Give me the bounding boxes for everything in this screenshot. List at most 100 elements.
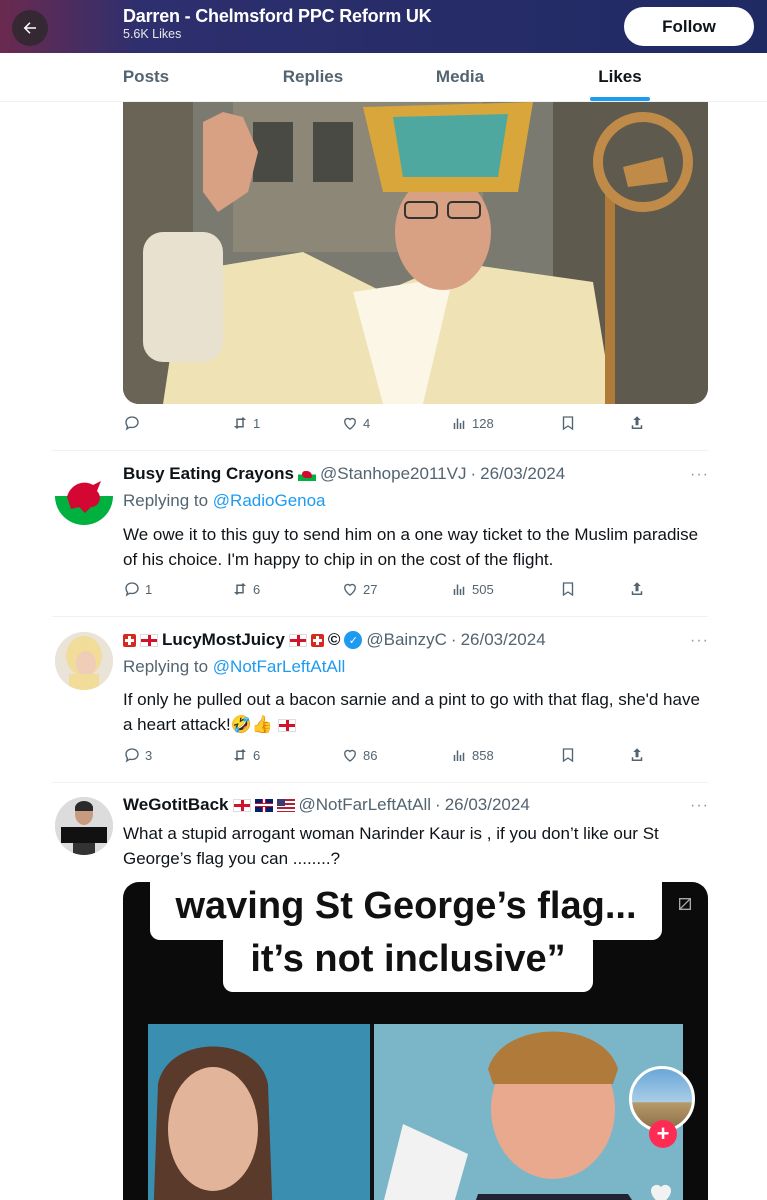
tweet-text-body: If only he pulled out a bacon sarnie and… bbox=[123, 690, 700, 734]
reply-button[interactable] bbox=[123, 414, 145, 432]
views-icon bbox=[453, 584, 465, 595]
heart-icon[interactable] bbox=[643, 1178, 679, 1200]
mention-link[interactable]: @NotFarLeftAtAll bbox=[213, 657, 346, 676]
bookmark-icon bbox=[562, 416, 574, 431]
replying-to-label: Replying to bbox=[123, 491, 209, 510]
repost-button[interactable]: 6 bbox=[231, 580, 260, 598]
like-button[interactable]: 4 bbox=[341, 414, 370, 432]
heart-icon bbox=[344, 417, 356, 430]
active-tab-indicator bbox=[590, 97, 650, 101]
repost-icon bbox=[234, 583, 246, 595]
replying-to: Replying to @RadioGenoa bbox=[123, 491, 326, 511]
switzerland-flag-icon bbox=[310, 633, 324, 647]
reply-count: 1 bbox=[145, 581, 153, 597]
tweet-text: We owe it to this guy to send him on a o… bbox=[123, 525, 699, 569]
repost-icon bbox=[234, 749, 246, 761]
repost-button[interactable]: 1 bbox=[231, 414, 260, 432]
bookmark-button[interactable] bbox=[559, 580, 577, 598]
share-icon bbox=[631, 748, 643, 761]
welsh-dragon-avatar bbox=[55, 467, 113, 525]
likes-count: 5.6K Likes bbox=[123, 27, 182, 41]
heart-icon bbox=[344, 749, 356, 762]
tweet-date[interactable]: 26/03/2024 bbox=[445, 795, 530, 815]
repost-count: 6 bbox=[253, 581, 261, 597]
post-image-bishop[interactable] bbox=[123, 102, 708, 404]
repost-count: 6 bbox=[253, 747, 261, 763]
avatar[interactable] bbox=[55, 797, 113, 855]
like-button[interactable]: 86 bbox=[341, 746, 377, 764]
tweet-actions: 1 6 27 505 bbox=[123, 580, 683, 602]
england-flag-icon bbox=[288, 633, 307, 647]
author-handle[interactable]: @NotFarLeftAtAll bbox=[299, 795, 432, 815]
tab-media[interactable]: Media bbox=[400, 53, 520, 101]
repost-icon bbox=[234, 417, 246, 429]
follow-plus-icon[interactable]: + bbox=[649, 1120, 677, 1148]
tweet-text: If only he pulled out a bacon sarnie and… bbox=[123, 687, 713, 737]
uk-flag-icon bbox=[254, 798, 273, 812]
divider bbox=[52, 782, 708, 783]
tweet-date[interactable]: 26/03/2024 bbox=[461, 630, 546, 650]
author-handle[interactable]: @BainzyC bbox=[366, 630, 447, 650]
reply-count: 3 bbox=[145, 747, 153, 763]
bookmark-button[interactable] bbox=[559, 414, 577, 432]
like-count: 86 bbox=[363, 747, 378, 763]
tab-likes[interactable]: Likes bbox=[560, 53, 680, 101]
replying-to: Replying to @NotFarLeftAtAll bbox=[123, 657, 345, 677]
video-frame-illustration bbox=[148, 1024, 683, 1200]
back-button[interactable] bbox=[12, 10, 48, 46]
divider bbox=[52, 616, 708, 617]
views-button[interactable]: 858 bbox=[450, 746, 494, 764]
tab-replies[interactable]: Replies bbox=[253, 53, 373, 101]
separator-dot: · bbox=[435, 795, 441, 814]
avatar[interactable] bbox=[55, 467, 113, 525]
tweet-author-line: WeGotitBack @NotFarLeftAtAll · 26/03/202… bbox=[123, 795, 530, 815]
divider bbox=[52, 450, 708, 451]
profile-header: Darren - Chelmsford PPC Reform UK 5.6K L… bbox=[0, 0, 767, 53]
sensitive-media-icon bbox=[679, 898, 691, 910]
profile-name: Darren - Chelmsford PPC Reform UK bbox=[123, 6, 432, 26]
views-button[interactable]: 128 bbox=[450, 414, 494, 432]
bookmark-button[interactable] bbox=[559, 746, 577, 764]
verified-badge-icon: ✓ bbox=[344, 631, 363, 649]
reply-button[interactable]: 1 bbox=[123, 580, 152, 598]
more-options-icon[interactable]: ··· bbox=[690, 632, 709, 650]
more-options-icon[interactable]: ··· bbox=[690, 797, 709, 815]
reply-icon bbox=[125, 416, 139, 431]
more-options-icon[interactable]: ··· bbox=[690, 466, 709, 484]
share-button[interactable] bbox=[628, 746, 646, 764]
follow-button[interactable]: Follow bbox=[624, 7, 754, 46]
share-button[interactable] bbox=[628, 580, 646, 598]
man-holding-sign-avatar bbox=[55, 797, 113, 855]
tweet-text: What a stupid arrogant woman Narinder Ka… bbox=[123, 824, 659, 868]
author-name[interactable]: WeGotitBack bbox=[123, 795, 229, 815]
heart-icon bbox=[344, 583, 356, 596]
reply-button[interactable]: 3 bbox=[123, 746, 152, 764]
author-handle[interactable]: @Stanhope2011VJ bbox=[320, 464, 466, 484]
tab-posts[interactable]: Posts bbox=[86, 53, 206, 101]
avatar[interactable] bbox=[55, 632, 113, 690]
bishop-photo-illustration bbox=[123, 102, 708, 404]
author-name[interactable]: LucyMostJuicy bbox=[162, 630, 285, 650]
views-icon bbox=[453, 418, 465, 429]
post-video-tiktok[interactable]: waving St George’s flag... it’s not incl… bbox=[123, 882, 708, 1200]
bookmark-icon bbox=[562, 748, 574, 763]
share-button[interactable] bbox=[628, 414, 646, 432]
tweet-author-line: Busy Eating Crayons @Stanhope2011VJ · 26… bbox=[123, 464, 565, 484]
like-button[interactable]: 27 bbox=[341, 580, 377, 598]
reply-icon bbox=[125, 582, 139, 597]
author-name[interactable]: Busy Eating Crayons bbox=[123, 464, 294, 484]
tweet-date[interactable]: 26/03/2024 bbox=[480, 464, 565, 484]
copyright-symbol: © bbox=[327, 630, 341, 649]
views-icon bbox=[453, 750, 465, 761]
reply-icon bbox=[125, 748, 139, 763]
repost-count: 1 bbox=[253, 415, 261, 431]
separator-dot: · bbox=[470, 464, 477, 483]
mention-link[interactable]: @RadioGenoa bbox=[213, 491, 326, 510]
video-caption-line2: it’s not inclusive” bbox=[223, 932, 593, 992]
views-button[interactable]: 505 bbox=[450, 580, 494, 598]
switzerland-flag-icon bbox=[123, 633, 136, 647]
like-count: 4 bbox=[363, 415, 371, 431]
repost-button[interactable]: 6 bbox=[231, 746, 260, 764]
back-arrow-icon bbox=[23, 22, 36, 34]
tweet-author-line: LucyMostJuicy © ✓ @BainzyC · 26/03/2024 bbox=[123, 630, 546, 650]
